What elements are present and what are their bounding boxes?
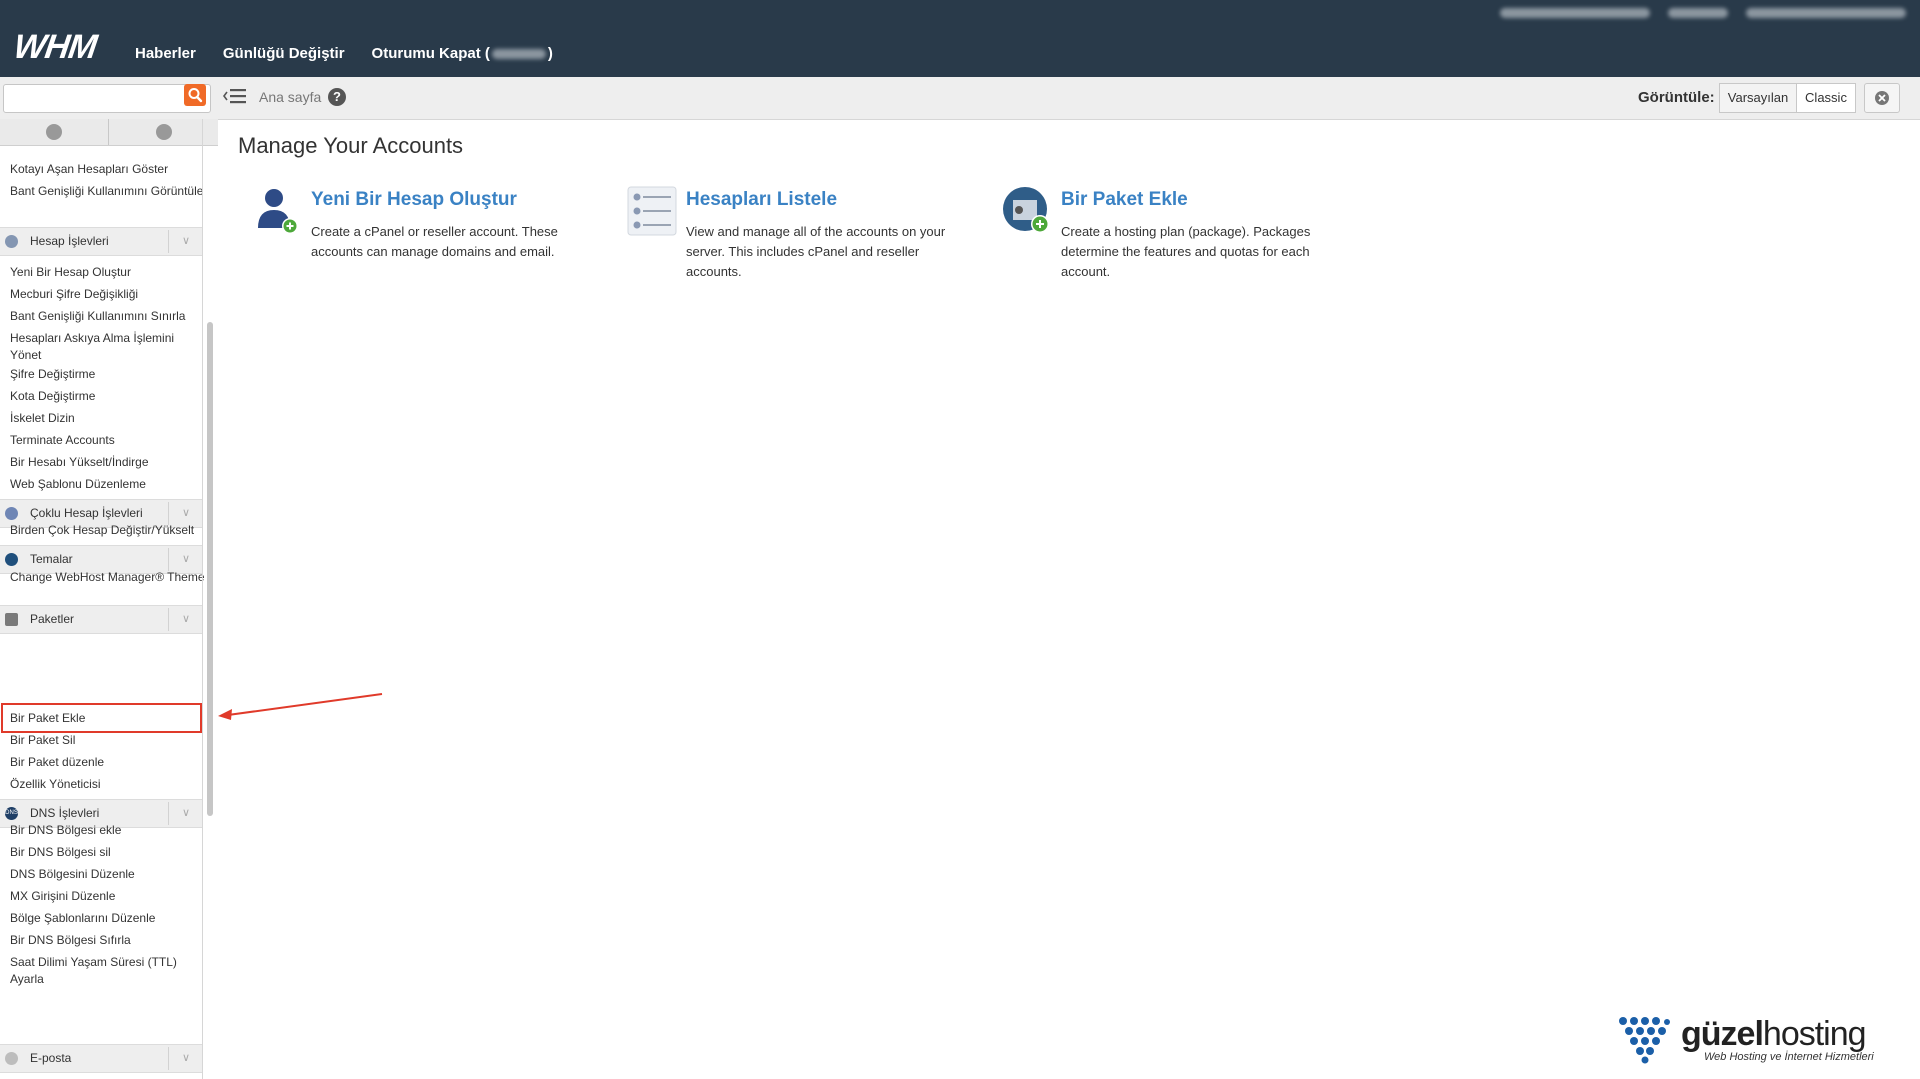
close-circle-icon (1875, 91, 1889, 105)
page-title: Manage Your Accounts (238, 133, 464, 158)
chevron-down-icon[interactable]: ∨ (168, 1047, 203, 1070)
sidebar-item[interactable]: Saat Dilimi Yaşam Süresi (TTL) Ayarla (10, 954, 205, 988)
chevron-down-icon[interactable]: ∨ (168, 230, 203, 253)
breadcrumb-home[interactable]: Ana sayfa (259, 89, 321, 105)
brand-part-a: güzel (1681, 1015, 1764, 1053)
chevron-down-icon[interactable]: ∨ (168, 548, 203, 571)
nav-changelog[interactable]: Günlüğü Değiştir (223, 45, 345, 62)
whm-logo[interactable]: WHM (11, 28, 98, 67)
sidebar-category-accounts[interactable]: Hesap İşlevleri ∨ (0, 227, 202, 256)
view-classic-button[interactable]: Classic (1796, 83, 1856, 113)
category-label: DNS İşlevleri (30, 806, 100, 820)
sidebar-item[interactable]: Bir Hesabı Yükselt/İndirge (10, 454, 205, 471)
grape-logo-icon (1619, 1017, 1670, 1064)
guzelhosting-watermark: güzelhosting Web Hosting ve İnternet Hiz… (1617, 1015, 1907, 1075)
dns-icon: DNS (5, 807, 18, 820)
close-view-button[interactable] (1864, 83, 1900, 113)
sidebar-item[interactable]: Birden Çok Hesap Değiştir/Yükselt (10, 522, 205, 539)
annotation-arrow-icon (218, 693, 383, 720)
server-info-redacted (1500, 8, 1906, 18)
sidebar-category-packages[interactable]: Paketler ∨ (0, 605, 202, 634)
sidebar-item[interactable]: Yeni Bir Hesap Oluştur (10, 264, 205, 281)
watermark-brand: güzelhosting (1681, 1015, 1867, 1054)
users-icon (5, 507, 18, 520)
category-label: E-posta (30, 1051, 72, 1065)
sidebar-border (202, 119, 203, 1079)
search-icon (188, 88, 203, 103)
category-label: Hesap İşlevleri (30, 234, 109, 248)
sidebar: Kotayı Aşan Hesapları Göster Bant Genişl… (0, 119, 218, 1079)
sidebar-scrollbar[interactable] (207, 322, 213, 816)
nav-logout[interactable]: Oturumu Kapat () (372, 45, 553, 62)
chevron-down-icon[interactable]: ∨ (168, 608, 203, 631)
category-label: Paketler (30, 612, 75, 626)
category-label: Çoklu Hesap İşlevleri (30, 506, 143, 520)
redacted-ip (1668, 8, 1728, 18)
sidebar-item[interactable]: Şifre Değiştirme (10, 366, 205, 383)
sidebar-item[interactable]: Change WebHost Manager® Theme (10, 569, 205, 586)
scroll-down-icon[interactable] (156, 124, 172, 140)
sidebar-item[interactable]: Bant Genişliği Kullanımını Sınırla (10, 308, 205, 325)
watermark-tagline: Web Hosting ve İnternet Hizmetleri (1704, 1051, 1874, 1063)
sidebar-item[interactable]: Bir DNS Bölgesi Sıfırla (10, 932, 205, 949)
card-title[interactable]: Bir Paket Ekle (1061, 189, 1188, 211)
redacted-username (491, 49, 546, 60)
collapse-menu-icon[interactable] (222, 86, 248, 106)
redacted-load (1746, 8, 1906, 18)
card-description: View and manage all of the accounts on y… (686, 224, 946, 279)
card-title[interactable]: Hesapları Listele (686, 189, 837, 211)
scroll-up-icon[interactable] (46, 124, 62, 140)
add-user-icon (258, 189, 298, 234)
card-description: Create a cPanel or reseller account. The… (311, 224, 558, 259)
sidebar-item[interactable]: Kota Değiştirme (10, 388, 205, 405)
view-label: Görüntüle: (1638, 89, 1715, 106)
view-default-button[interactable]: Varsayılan (1719, 83, 1797, 113)
nav-logout-label: Oturumu Kapat ( (371, 45, 490, 62)
package-icon (5, 613, 18, 626)
sidebar-item[interactable]: Web Şablonu Düzenleme (10, 476, 205, 493)
sidebar-scroll-controls (0, 119, 218, 146)
card-title[interactable]: Yeni Bir Hesap Oluştur (311, 189, 517, 211)
sidebar-item[interactable]: Bir Paket Sil (10, 732, 205, 749)
sidebar-item[interactable]: Hesapları Askıya Alma İşlemini Yönet (10, 330, 205, 364)
search-button[interactable] (184, 84, 206, 106)
brand-part-b: hosting (1762, 1015, 1867, 1053)
theme-icon (5, 553, 18, 566)
sidebar-item[interactable]: Bölge Şablonlarını Düzenle (10, 910, 205, 927)
divider (108, 119, 109, 145)
redacted-hostname (1500, 8, 1650, 18)
highlight-box (1, 703, 202, 733)
sidebar-item[interactable]: Bir Paket düzenle (10, 754, 205, 771)
sidebar-item[interactable]: MX Girişini Düzenle (10, 888, 205, 905)
sidebar-item[interactable]: DNS Bölgesini Düzenle (10, 866, 205, 883)
sidebar-category-email[interactable]: E-posta ∨ (0, 1044, 202, 1073)
list-accounts-icon (627, 186, 677, 236)
nav-logout-close: ) (547, 45, 553, 62)
email-icon (5, 1052, 18, 1065)
sidebar-item[interactable]: Bant Genişliği Kullanımını Görüntüle (10, 183, 205, 200)
help-icon[interactable]: ? (328, 88, 346, 106)
card-description: Create a hosting plan (package). Package… (1061, 224, 1311, 279)
category-label: Temalar (30, 552, 73, 566)
sidebar-item[interactable]: Bir DNS Bölgesi sil (10, 844, 205, 861)
search-input[interactable] (3, 84, 211, 113)
top-bar: WHM Haberler Günlüğü Değiştir Oturumu Ka… (0, 0, 1920, 77)
sidebar-item[interactable]: Bir DNS Bölgesi ekle (10, 822, 205, 839)
sidebar-item[interactable]: Mecburi Şifre Değişikliği (10, 286, 205, 303)
sidebar-item[interactable]: Özellik Yöneticisi (10, 776, 205, 793)
add-package-icon (1003, 187, 1049, 233)
sidebar-item[interactable]: Terminate Accounts (10, 432, 205, 449)
user-icon (5, 235, 18, 248)
sidebar-item[interactable]: İskelet Dizin (10, 410, 205, 427)
sidebar-item[interactable]: Kotayı Aşan Hesapları Göster (10, 161, 205, 178)
nav-news[interactable]: Haberler (135, 45, 196, 62)
top-nav: Haberler Günlüğü Değiştir Oturumu Kapat … (135, 45, 580, 62)
